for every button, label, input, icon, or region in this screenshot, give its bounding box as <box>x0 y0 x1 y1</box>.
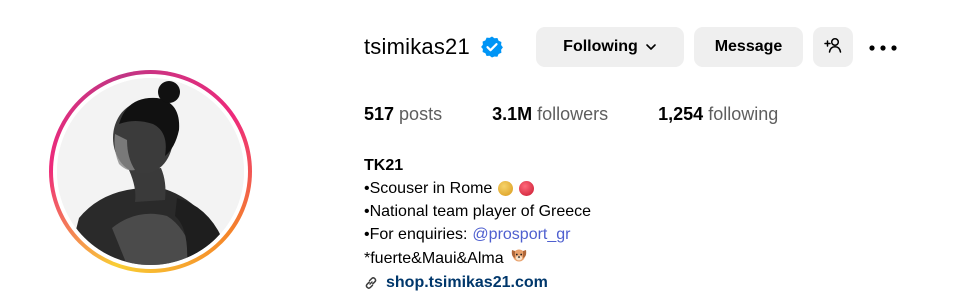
bio-line-1: •Scouser in Rome <box>364 177 591 200</box>
posts-count: 517 <box>364 104 395 124</box>
username: tsimikas21 <box>364 34 470 59</box>
bio-line-4: *fuerte&Maui&Alma <box>364 246 591 270</box>
external-link[interactable]: shop.tsimikas21.com <box>364 271 591 294</box>
following-stat[interactable]: 1,254 following <box>658 104 778 125</box>
bio-line-3: •For enquiries: @prosport_gr <box>364 223 591 246</box>
external-link-text: shop.tsimikas21.com <box>386 274 548 291</box>
posts-label: posts <box>399 104 443 124</box>
bio-line-4-text: *fuerte&Maui&Alma <box>364 249 504 267</box>
more-horizontal-icon <box>869 38 897 56</box>
posts-stat: 517 posts <box>364 104 442 125</box>
profile-stats: 517 posts 3.1M followers 1,254 following <box>364 104 828 125</box>
message-button-label: Message <box>714 38 783 55</box>
followers-label: followers <box>537 104 609 124</box>
more-options-button[interactable] <box>866 34 900 60</box>
bio-line-3-text: •For enquiries: <box>364 226 468 243</box>
avatar[interactable] <box>57 78 244 265</box>
bio-line-1-text: •Scouser in Rome <box>364 180 493 197</box>
following-button-label: Following <box>563 38 638 55</box>
following-count: 1,254 <box>658 104 704 124</box>
avatar-photo <box>57 78 244 265</box>
following-button[interactable]: Following <box>536 27 684 67</box>
link-icon <box>364 276 378 290</box>
chevron-down-icon <box>645 41 657 53</box>
bio-line-2-text: •National team player of Greece <box>364 203 592 220</box>
add-user-button[interactable] <box>813 27 853 67</box>
yellow-circle-icon <box>498 181 514 196</box>
story-ring[interactable] <box>49 70 252 273</box>
person-plus-icon <box>824 36 842 59</box>
following-stat-label: following <box>708 104 779 124</box>
bio: TK21 •Scouser in Rome •National team pla… <box>364 154 591 294</box>
username-row: tsimikas21 <box>364 27 504 67</box>
dog-face-icon <box>510 246 528 270</box>
bio-line-2: •National team player of Greece <box>364 200 591 223</box>
message-button[interactable]: Message <box>694 27 803 67</box>
red-circle-icon <box>519 181 535 196</box>
avatar-gap <box>53 74 248 269</box>
followers-count: 3.1M <box>492 104 533 124</box>
verified-badge-icon <box>480 35 504 59</box>
followers-stat[interactable]: 3.1M followers <box>492 104 608 125</box>
mention-link[interactable]: @prosport_gr <box>472 223 570 246</box>
display-name: TK21 <box>364 157 404 174</box>
